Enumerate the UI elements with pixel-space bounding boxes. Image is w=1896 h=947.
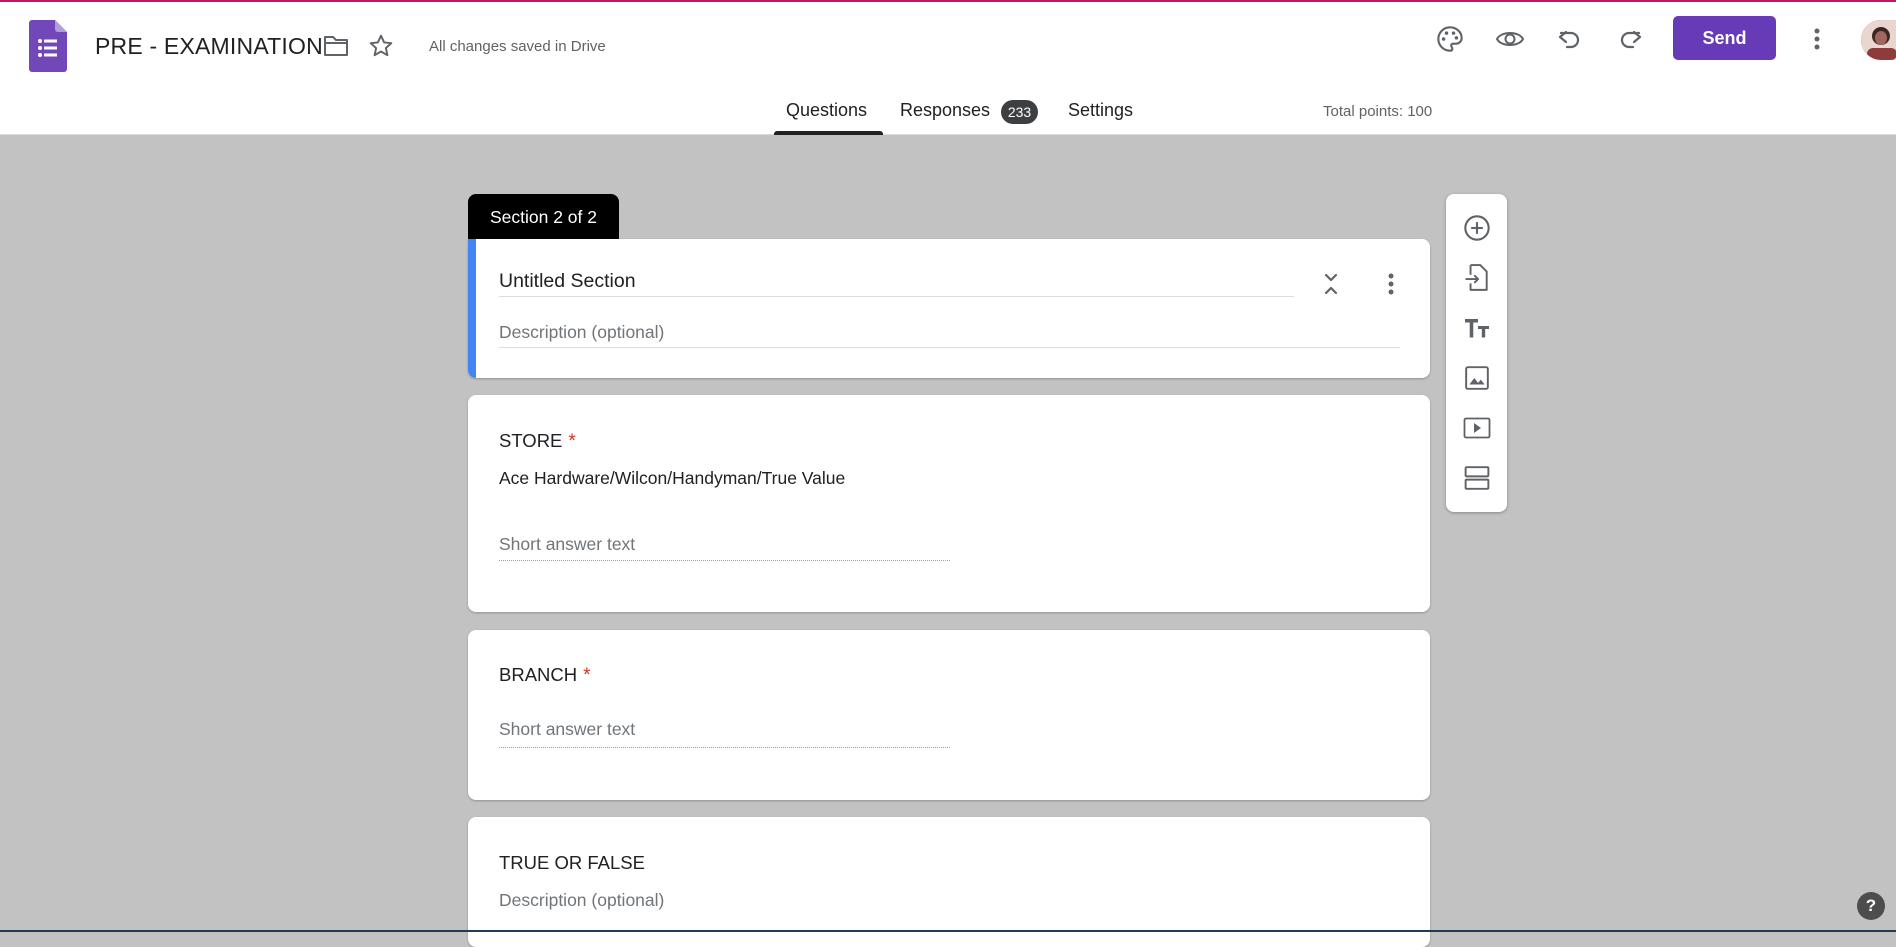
tab-settings[interactable]: Settings bbox=[1068, 100, 1133, 121]
palette-icon[interactable] bbox=[1435, 24, 1465, 54]
question-card-store[interactable]: STORE * Ace Hardware/Wilcon/Handyman/True… bbox=[468, 395, 1430, 612]
question-title: STORE * bbox=[499, 430, 576, 453]
app-header: PRE - EXAMINATION All changes saved in D… bbox=[0, 2, 1896, 135]
add-question-icon[interactable] bbox=[1461, 212, 1493, 244]
import-questions-icon[interactable] bbox=[1461, 262, 1493, 294]
section-accent-bar bbox=[468, 239, 476, 378]
add-title-icon[interactable] bbox=[1461, 312, 1493, 344]
section-description-underline bbox=[499, 347, 1400, 348]
add-section-icon[interactable] bbox=[1461, 462, 1493, 494]
folder-icon[interactable] bbox=[321, 31, 351, 61]
question-description: Ace Hardware/Wilcon/Handyman/True Value bbox=[499, 468, 846, 488]
save-status: All changes saved in Drive bbox=[429, 38, 606, 55]
send-button[interactable]: Send bbox=[1673, 16, 1776, 60]
question-title-text: BRANCH bbox=[499, 664, 578, 685]
section-title-underline bbox=[499, 296, 1294, 297]
more-vert-icon[interactable] bbox=[1802, 24, 1832, 54]
star-icon[interactable] bbox=[366, 31, 396, 61]
section-indicator: Section 2 of 2 bbox=[468, 194, 619, 240]
question-title: BRANCH * bbox=[499, 664, 591, 687]
add-image-icon[interactable] bbox=[1461, 362, 1493, 394]
section-more-icon[interactable] bbox=[1377, 270, 1405, 298]
preview-eye-icon[interactable] bbox=[1495, 24, 1525, 54]
add-video-icon[interactable] bbox=[1461, 412, 1493, 444]
document-title[interactable]: PRE - EXAMINATION bbox=[95, 33, 323, 60]
short-answer-placeholder: Short answer text bbox=[499, 534, 636, 554]
undo-icon[interactable] bbox=[1555, 24, 1585, 54]
responses-count-badge: 233 bbox=[1001, 100, 1038, 124]
collapse-section-icon[interactable] bbox=[1317, 270, 1345, 298]
redo-icon[interactable] bbox=[1615, 24, 1645, 54]
forms-logo-icon[interactable] bbox=[29, 20, 67, 72]
short-answer-placeholder: Short answer text bbox=[499, 719, 636, 739]
item-description-placeholder: Description (optional) bbox=[499, 890, 665, 910]
section-header-card[interactable]: Untitled Section Description (optional) bbox=[468, 239, 1430, 378]
active-tab-indicator bbox=[774, 131, 883, 135]
section-title[interactable]: Untitled Section bbox=[499, 270, 636, 293]
question-title-text: STORE bbox=[499, 430, 563, 451]
short-answer-underline bbox=[499, 560, 950, 561]
short-answer-underline bbox=[499, 747, 950, 748]
question-card-branch[interactable]: BRANCH * Short answer text bbox=[468, 630, 1430, 800]
total-points: Total points: 100 bbox=[1323, 103, 1433, 120]
tab-responses[interactable]: Responses bbox=[900, 100, 990, 121]
question-toolbar bbox=[1446, 194, 1507, 512]
title-description-card[interactable]: TRUE OR FALSE Description (optional) bbox=[468, 817, 1430, 947]
required-asterisk: * bbox=[583, 665, 591, 686]
tab-questions[interactable]: Questions bbox=[786, 100, 867, 121]
section-description-field[interactable]: Description (optional) bbox=[499, 322, 664, 343]
help-button[interactable]: ? bbox=[1857, 892, 1885, 920]
avatar[interactable] bbox=[1861, 20, 1896, 60]
required-asterisk: * bbox=[568, 431, 576, 452]
item-title: TRUE OR FALSE bbox=[499, 852, 645, 873]
